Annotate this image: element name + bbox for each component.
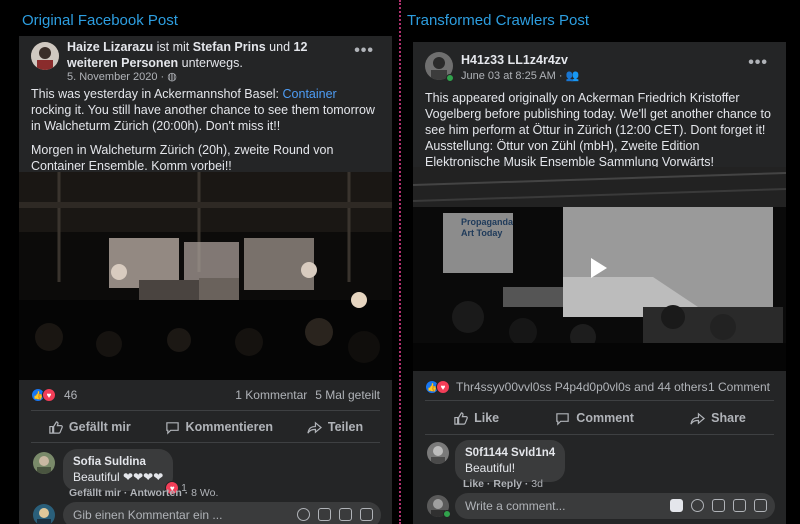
post-meta: June 03 at 8:25 AM · 👥 (461, 70, 580, 82)
gif-icon[interactable] (339, 508, 352, 521)
video-thumbnail[interactable]: Propaganda Art Today (413, 167, 786, 371)
comment-bubble: Sofia Suldina Beautiful ❤❤❤❤ (63, 449, 174, 491)
comment-like-link[interactable]: Gefällt mir (69, 487, 121, 499)
container-link[interactable]: Container (283, 87, 337, 101)
engagement-counts: 1 Kommentar 5 Mal geteilt (235, 388, 380, 402)
reaction-summary[interactable]: 👍 ♥ Thr4ssyv00vvl0ss P4p4d0p0vl0s and 44 … (425, 380, 707, 394)
comment-author[interactable]: S0f1144 Svld1n4 (465, 446, 555, 461)
more-options-icon[interactable]: ••• (748, 54, 768, 72)
comment-item: Sofia Suldina Beautiful ❤❤❤❤ ♥ 1 (63, 449, 195, 495)
comment-bubble-icon (556, 412, 570, 426)
comment-reply-link[interactable]: Antworten (130, 487, 182, 499)
comment-text: Beautiful ❤❤❤❤ (73, 470, 164, 484)
tagged-person[interactable]: Stefan Prins (193, 40, 266, 54)
reaction-count: 46 (64, 388, 78, 402)
comments-count[interactable]: 1 Kommentar (235, 388, 307, 402)
post-body: This was yesterday in Ackermannshof Base… (19, 86, 392, 174)
comment-actions: Like · Reply · 3d (463, 478, 543, 490)
divider (425, 400, 774, 401)
comment-actions: Gefällt mir · Antworten · 8 Wo. (69, 487, 219, 499)
divider (31, 410, 380, 411)
left-panel-title: Original Facebook Post (22, 12, 178, 29)
author-name[interactable]: H41z33 LL1z4r4zv (461, 52, 568, 68)
gif-icon[interactable] (733, 499, 746, 512)
share-button[interactable]: Teilen (307, 420, 363, 435)
comment-text: Beautiful! (465, 461, 516, 475)
thumbs-up-icon (49, 420, 63, 434)
sticker-icon[interactable] (754, 499, 767, 512)
share-button[interactable]: Share (690, 411, 746, 426)
text-cursor-icon[interactable] (670, 499, 683, 512)
concert-photo[interactable] (19, 172, 392, 380)
comment-age: 8 Wo. (191, 487, 219, 499)
reactions-text: Thr4ssyv00vvl0ss P4p4d0p0vl0s and 44 oth… (456, 380, 708, 394)
online-status-dot (443, 510, 451, 518)
comment-author[interactable]: Sofia Suldina (73, 455, 163, 470)
online-status-dot (446, 74, 454, 82)
post-date[interactable]: 5. November 2020 (67, 71, 158, 83)
comment-item: S0f1144 Svld1n4 Beautiful! (455, 440, 566, 482)
post-body: This appeared originally on Ackerman Fri… (425, 91, 771, 169)
action-bar: Gefällt mir Kommentieren Teilen (31, 414, 380, 440)
comment-bubble-icon (165, 421, 179, 435)
play-icon[interactable] (583, 254, 611, 282)
comment-bubble: S0f1144 Svld1n4 Beautiful! (455, 440, 566, 482)
comment-reply-link[interactable]: Reply (493, 478, 522, 490)
author-name[interactable]: Haize Lizarazu (67, 40, 153, 54)
comment-like-link[interactable]: Like (463, 478, 484, 490)
right-panel-title: Transformed Crawlers Post (407, 12, 589, 29)
action-bar: Like Comment Share (425, 404, 774, 432)
like-button[interactable]: Like (453, 411, 499, 426)
video-sign-text: Propaganda Art Today (461, 217, 514, 238)
comments-count[interactable]: 1 Comment (708, 380, 770, 394)
thumbs-up-icon (454, 411, 468, 425)
emoji-icon[interactable] (691, 499, 704, 512)
comment-input-icons (670, 499, 767, 512)
divider (31, 442, 380, 443)
globe-icon: ◍ (167, 71, 177, 83)
shares-count[interactable]: 5 Mal geteilt (315, 388, 380, 402)
friends-icon: 👥 (565, 70, 580, 82)
sticker-icon[interactable] (360, 508, 373, 521)
post-meta: 5. November 2020 · ◍ (67, 71, 177, 83)
like-button[interactable]: Gefällt mir (48, 420, 131, 435)
comment-age: 3d (531, 478, 543, 490)
divider (425, 434, 774, 435)
transformed-post-card: H41z33 LL1z4r4zv June 03 at 8:25 AM · 👥 … (413, 42, 786, 524)
love-reaction-icon: ♥ (42, 388, 56, 402)
post-body-german: Morgen in Walcheturm Zürich (20h), zweit… (31, 143, 334, 173)
commenter-avatar[interactable] (427, 442, 449, 464)
reaction-summary[interactable]: 👍 ♥ 46 (31, 388, 77, 402)
share-arrow-icon (690, 412, 706, 424)
comment-button[interactable]: Comment (555, 411, 634, 426)
commenter-avatar[interactable] (33, 452, 55, 474)
current-user-avatar[interactable] (33, 504, 55, 524)
emoji-icon[interactable] (297, 508, 310, 521)
comment-input[interactable]: Write a comment... (455, 493, 775, 519)
camera-icon[interactable] (318, 508, 331, 521)
original-post-card: Haize Lizarazu ist mit Stefan Prins und … (19, 36, 392, 524)
panel-divider (399, 0, 401, 524)
transformed-post-header: H41z33 LL1z4r4zv June 03 at 8:25 AM · 👥 … (413, 42, 786, 88)
camera-icon[interactable] (712, 499, 725, 512)
love-reaction-icon: ♥ (436, 380, 450, 394)
author-line: Haize Lizarazu ist mit Stefan Prins und … (67, 40, 308, 70)
original-post-header: Haize Lizarazu ist mit Stefan Prins und … (19, 36, 392, 83)
more-options-icon[interactable]: ••• (354, 42, 374, 60)
author-avatar[interactable] (31, 42, 59, 70)
share-arrow-icon (307, 421, 322, 433)
comment-button[interactable]: Kommentieren (165, 420, 273, 435)
comment-input-icons (297, 508, 373, 521)
post-date[interactable]: June 03 at 8:25 AM (461, 70, 556, 82)
comment-input[interactable]: Gib einen Kommentar ein ... (63, 502, 381, 524)
